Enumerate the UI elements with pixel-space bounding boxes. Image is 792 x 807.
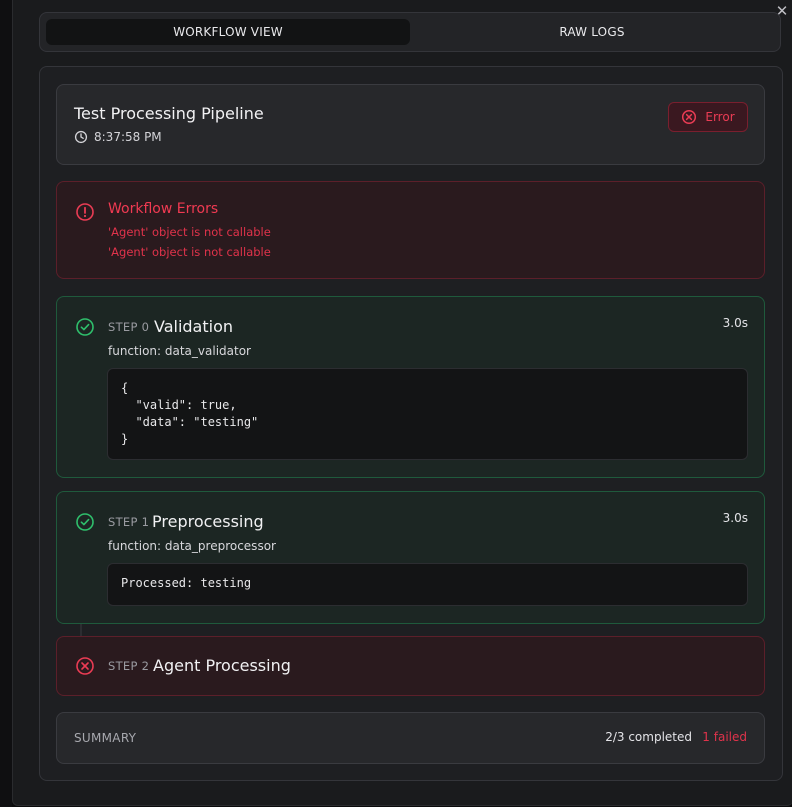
step-card-validation[interactable]: STEP 0 Validation function: data_validat… [56, 296, 765, 478]
step-number: STEP 0 [108, 320, 150, 334]
status-badge-label: Error [705, 110, 735, 124]
error-message: 'Agent' object is not callable [108, 245, 271, 259]
step-duration: 3.0s [722, 511, 748, 525]
alert-circle-icon [76, 203, 94, 221]
summary-bar: SUMMARY 2/3 completed 1 failed [56, 712, 765, 764]
workflow-header: Test Processing Pipeline 8:37:58 PM Erro… [56, 84, 765, 165]
step-name: Validation [154, 317, 234, 336]
summary-completed: 2/3 completed [605, 730, 692, 744]
step-name: Preprocessing [152, 512, 264, 531]
tab-workflow-view[interactable]: WORKFLOW VIEW [46, 19, 410, 45]
workflow-modal: ✕ WORKFLOW VIEW RAW LOGS Test Processing… [12, 0, 792, 806]
step-card-agent-processing[interactable]: STEP 2 Agent Processing [56, 636, 765, 696]
x-circle-icon [682, 109, 697, 125]
step-function: function: data_validator [108, 344, 251, 358]
tab-raw-logs[interactable]: RAW LOGS [410, 19, 774, 45]
workflow-timestamp: 8:37:58 PM [74, 130, 162, 144]
step-number: STEP 2 [108, 659, 150, 673]
summary-failed: 1 failed [702, 730, 747, 744]
view-tabs: WORKFLOW VIEW RAW LOGS [39, 12, 781, 52]
workflow-panel: Test Processing Pipeline 8:37:58 PM Erro… [39, 66, 783, 781]
error-message: 'Agent' object is not callable [108, 225, 271, 239]
workflow-time-text: 8:37:58 PM [94, 130, 162, 144]
workflow-errors-panel: Workflow Errors 'Agent' object is not ca… [56, 181, 765, 279]
status-badge: Error [668, 102, 748, 132]
step-number: STEP 1 [108, 515, 150, 529]
check-circle-icon [76, 318, 94, 336]
step-output: { "valid": true, "data": "testing" } [107, 368, 748, 460]
workflow-title: Test Processing Pipeline [74, 104, 264, 123]
step-duration: 3.0s [722, 316, 748, 330]
x-circle-icon [76, 657, 94, 675]
summary-label: SUMMARY [74, 731, 137, 745]
step-output: Processed: testing [107, 563, 748, 606]
step-card-preprocessing[interactable]: STEP 1 Preprocessing function: data_prep… [56, 491, 765, 624]
step-function: function: data_preprocessor [108, 539, 276, 553]
backdrop [0, 0, 12, 807]
check-circle-icon [76, 513, 94, 531]
step-name: Agent Processing [153, 656, 291, 675]
clock-icon [74, 130, 88, 144]
errors-title: Workflow Errors [108, 201, 219, 217]
